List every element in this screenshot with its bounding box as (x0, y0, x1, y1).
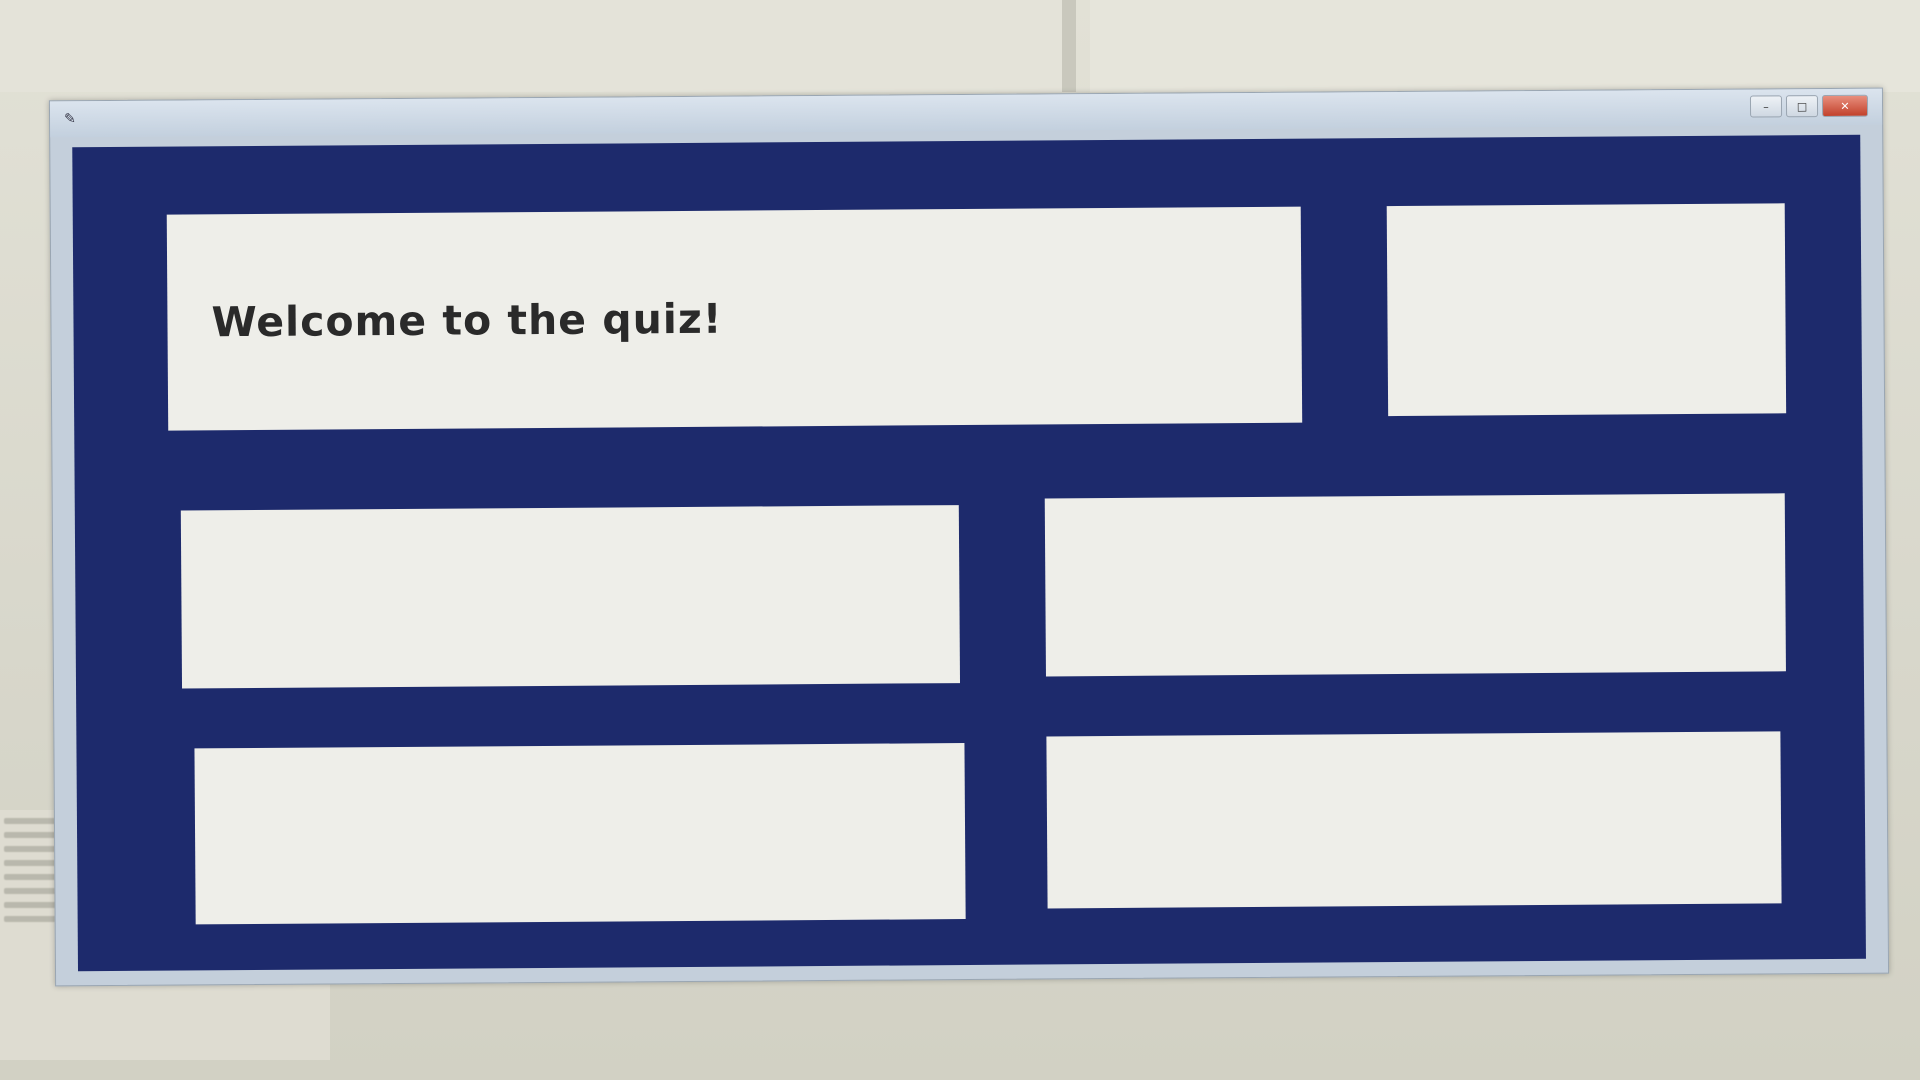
welcome-text: Welcome to the quiz! (211, 294, 723, 347)
answer-button-1[interactable] (180, 505, 961, 689)
maximize-button[interactable]: □ (1785, 95, 1819, 118)
quiz-app-window: ✎ – □ ✕ Welcome to the quiz! (48, 87, 1890, 987)
feather-icon: ✎ (64, 111, 76, 128)
answer-button-4[interactable] (1046, 731, 1782, 909)
background-editor-window (0, 0, 1076, 92)
window-controls: – □ ✕ (1749, 94, 1869, 118)
close-button[interactable]: ✕ (1821, 94, 1869, 118)
score-label (1386, 203, 1787, 417)
background-editor-text (30, 0, 1030, 14)
desktop: ✎ – □ ✕ Welcome to the quiz! (0, 0, 1920, 1080)
minimize-button[interactable]: – (1749, 95, 1783, 118)
background-window-right (1090, 0, 1920, 92)
quiz-frame: Welcome to the quiz! (72, 134, 1866, 972)
answer-button-3[interactable] (194, 743, 966, 925)
answer-button-2[interactable] (1044, 493, 1786, 677)
question-label: Welcome to the quiz! (166, 206, 1303, 431)
title-bar[interactable]: ✎ – □ ✕ (49, 88, 1883, 138)
